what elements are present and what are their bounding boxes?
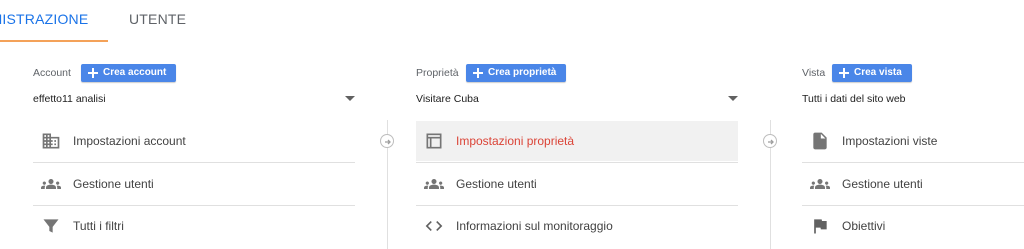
item-label: Obiettivi xyxy=(842,219,886,233)
building-icon xyxy=(42,133,60,149)
create-view-button[interactable]: Crea vista xyxy=(832,64,912,82)
tab-amministrazione[interactable]: INISTRAZIONE xyxy=(0,0,108,42)
code-icon xyxy=(425,221,443,231)
create-property-button[interactable]: Crea proprietà xyxy=(466,64,567,82)
item-label: Impostazioni viste xyxy=(842,134,938,148)
account-settings-item[interactable]: Impostazioni account xyxy=(33,121,355,161)
view-header: Vista Crea vista xyxy=(802,62,1024,82)
goals-item[interactable]: Obiettivi xyxy=(802,206,1024,246)
item-label: Gestione utenti xyxy=(842,177,923,191)
tab-label: INISTRAZIONE xyxy=(0,11,89,27)
plus-icon xyxy=(839,68,849,78)
admin-tabs: INISTRAZIONE UTENTE xyxy=(0,0,1024,42)
account-header: Account Crea account xyxy=(33,62,393,82)
view-label: Vista xyxy=(802,67,826,79)
item-label: Impostazioni account xyxy=(73,134,186,148)
create-account-button[interactable]: Crea account xyxy=(81,64,177,82)
item-label: Gestione utenti xyxy=(73,177,154,191)
view-selected-value: Tutti i dati del sito web xyxy=(802,93,906,105)
account-label: Account xyxy=(33,67,71,79)
property-settings-item[interactable]: Impostazioni proprietà xyxy=(416,121,738,161)
divider xyxy=(416,162,738,163)
tracking-info-item[interactable]: Informazioni sul monitoraggio xyxy=(416,206,738,246)
view-settings-item[interactable]: Impostazioni viste xyxy=(802,121,1024,161)
account-selector[interactable]: effetto11 analisi xyxy=(33,90,355,110)
item-label: Informazioni sul monitoraggio xyxy=(456,219,613,233)
account-filters-item[interactable]: Tutti i filtri xyxy=(33,206,355,246)
arrow-right-icon xyxy=(763,134,777,148)
plus-icon xyxy=(473,68,483,78)
property-header: Proprietà Crea proprietà xyxy=(416,62,776,82)
create-view-label: Crea vista xyxy=(854,67,902,78)
create-account-label: Crea account xyxy=(103,67,167,78)
window-icon xyxy=(426,133,442,149)
tab-label: UTENTE xyxy=(129,11,187,27)
property-selector[interactable]: Visitare Cuba xyxy=(416,90,738,110)
create-property-label: Crea proprietà xyxy=(488,67,557,78)
property-label: Proprietà xyxy=(416,67,459,79)
account-user-management-item[interactable]: Gestione utenti xyxy=(33,164,355,204)
divider xyxy=(33,162,355,163)
filter-icon xyxy=(43,219,59,233)
plus-icon xyxy=(88,68,98,78)
item-label: Tutti i filtri xyxy=(73,219,124,233)
dropdown-arrow-icon xyxy=(345,96,355,101)
account-selected-value: effetto11 analisi xyxy=(33,93,106,105)
dropdown-arrow-icon xyxy=(728,96,738,101)
tab-utente[interactable]: UTENTE xyxy=(129,0,189,42)
arrow-right-icon xyxy=(380,134,394,148)
flag-icon xyxy=(814,219,827,234)
item-label: Impostazioni proprietà xyxy=(456,134,575,148)
view-user-management-item[interactable]: Gestione utenti xyxy=(802,164,1024,204)
view-selector[interactable]: Tutti i dati del sito web xyxy=(802,90,1024,110)
divider xyxy=(802,162,1024,163)
property-user-management-item[interactable]: Gestione utenti xyxy=(416,164,738,204)
item-label: Gestione utenti xyxy=(456,177,537,191)
people-icon xyxy=(41,179,61,189)
people-icon xyxy=(424,179,444,189)
property-selected-value: Visitare Cuba xyxy=(416,93,479,105)
people-icon xyxy=(810,179,830,189)
document-icon xyxy=(813,132,827,150)
